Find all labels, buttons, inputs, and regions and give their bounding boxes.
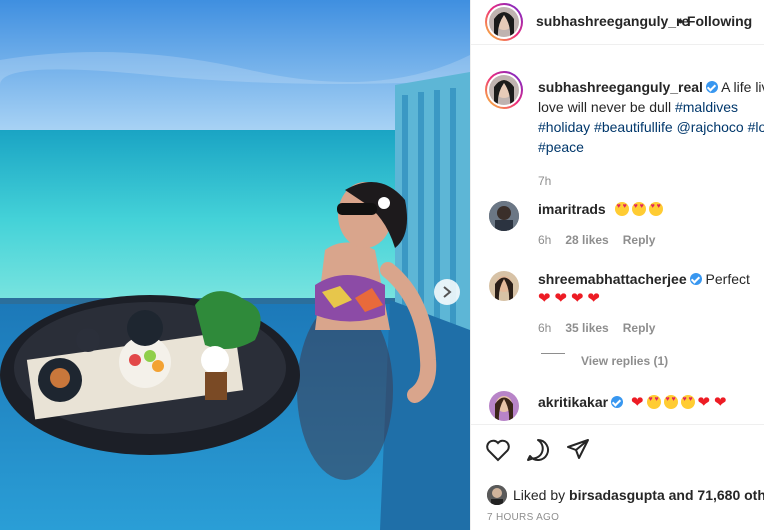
star-struck-emoji-icon <box>663 395 678 409</box>
hashtag-holiday[interactable]: #holiday <box>538 119 590 135</box>
replies-divider <box>541 353 565 354</box>
post-photo <box>0 0 470 530</box>
hashtag-maldives[interactable]: #maldives <box>675 99 738 115</box>
author-username[interactable]: subhashreeganguly_re <box>536 13 689 29</box>
comment-username[interactable]: shreemabhattacherjee <box>538 271 687 287</box>
post-caption: subhashreeganguly_real A life live love … <box>538 77 764 191</box>
comment-username[interactable]: imaritrads <box>538 201 606 217</box>
comment-meta: 6h 28 likes Reply <box>538 233 655 247</box>
liked-by-prefix: Liked by <box>513 487 566 503</box>
comment-icon[interactable] <box>525 437 551 463</box>
comments-list[interactable]: subhashreeganguly_real A life live love … <box>471 45 764 423</box>
post-actions: Liked by birsadasgupta and 71,680 othe 7… <box>471 424 764 531</box>
verified-badge-icon <box>611 396 624 408</box>
post-details-panel: subhashreeganguly_re • Following subhashr… <box>470 0 764 530</box>
comment-time[interactable]: 6h <box>538 233 551 247</box>
star-struck-emoji-icon <box>614 202 629 216</box>
heart-emojis: ❤ ❤ ❤ ❤ <box>538 290 600 307</box>
star-struck-emoji-icon <box>646 395 661 409</box>
verified-badge-icon <box>705 81 718 93</box>
following-label: Following <box>686 13 753 29</box>
hashtag-peace[interactable]: #peace <box>538 139 584 155</box>
author-avatar-ring[interactable] <box>485 3 523 41</box>
caption-line-2: love will never be dull <box>538 99 672 115</box>
maldives-pool-photo <box>0 0 470 530</box>
hashtag-beautifullife[interactable]: #beautifullife <box>594 119 673 135</box>
commenter-avatar[interactable] <box>489 391 519 421</box>
comment-likes[interactable]: 35 likes <box>565 321 608 335</box>
mention-rajchoco[interactable]: @rajchoco <box>677 119 744 135</box>
likes-count[interactable]: and 71,680 othe <box>669 487 764 503</box>
chevron-right-icon <box>443 286 452 298</box>
star-struck-emoji-icon <box>680 395 695 409</box>
view-replies-button[interactable]: View replies (1) <box>581 354 668 368</box>
caption-time[interactable]: 7h <box>538 171 764 191</box>
comment-text: Perfect <box>705 271 750 287</box>
likes-summary: Liked by birsadasgupta and 71,680 othe <box>487 485 764 505</box>
star-struck-emoji-icon <box>631 202 646 216</box>
verified-badge-icon <box>689 273 702 285</box>
reply-button[interactable]: Reply <box>623 233 656 247</box>
post-header: subhashreeganguly_re • Following <box>471 0 764 45</box>
share-icon[interactable] <box>565 437 591 463</box>
star-struck-emoji-icon <box>648 202 663 216</box>
reply-button[interactable]: Reply <box>623 321 656 335</box>
liker-avatar[interactable] <box>487 485 507 505</box>
commenter-avatar[interactable] <box>489 201 519 231</box>
follow-separator: • <box>678 13 683 29</box>
comment-row: imaritrads <box>538 201 666 217</box>
author-avatar <box>489 7 519 37</box>
hashtag-truncated[interactable]: #lo <box>748 119 764 135</box>
follow-status[interactable]: • Following <box>678 13 752 29</box>
carousel-next-button[interactable] <box>434 279 460 305</box>
caption-avatar <box>489 75 519 105</box>
comment-time[interactable]: 6h <box>538 321 551 335</box>
comment-row: akritikakar ❤❤ ❤ <box>538 393 727 411</box>
comment-username[interactable]: akritikakar <box>538 394 608 410</box>
caption-line-1: A life live <box>721 79 764 95</box>
commenter-avatar[interactable] <box>489 271 519 301</box>
comment-row: shreemabhattacherjee Perfect ❤ ❤ ❤ ❤ <box>538 271 750 307</box>
liker-username[interactable]: birsadasgupta <box>569 487 665 503</box>
caption-username[interactable]: subhashreeganguly_real <box>538 79 703 95</box>
caption-avatar-ring[interactable] <box>485 71 523 109</box>
comment-likes[interactable]: 28 likes <box>565 233 608 247</box>
comment-meta: 6h 35 likes Reply <box>538 321 655 335</box>
post-timestamp[interactable]: 7 HOURS AGO <box>487 512 559 523</box>
heart-icon[interactable] <box>485 437 511 463</box>
